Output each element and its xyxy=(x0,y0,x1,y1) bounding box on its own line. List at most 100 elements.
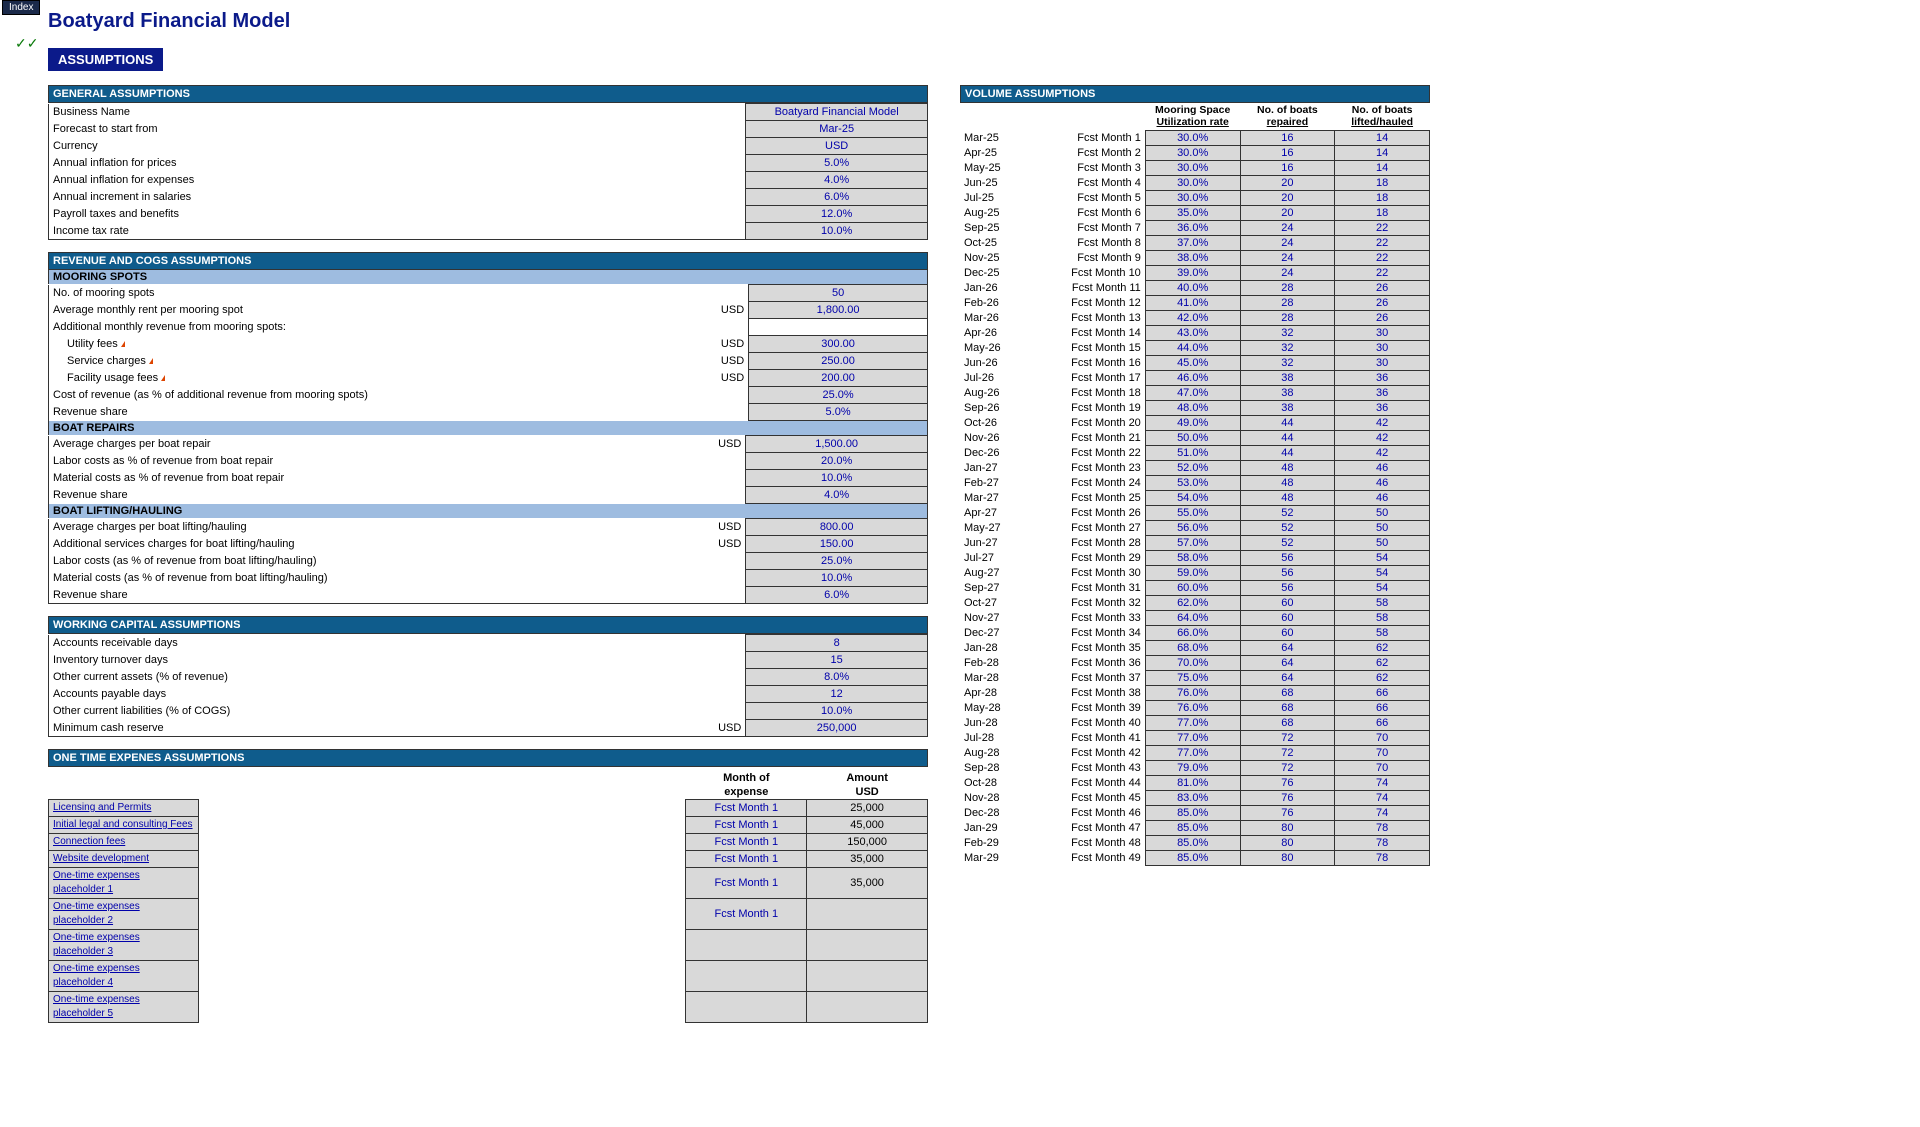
vol-lift-cell[interactable]: 30 xyxy=(1335,326,1430,341)
vol-util-cell[interactable]: 76.0% xyxy=(1145,686,1240,701)
vol-repair-cell[interactable]: 32 xyxy=(1240,356,1335,371)
ote-amount-cell[interactable]: 35,000 xyxy=(807,851,928,868)
vol-repair-cell[interactable]: 60 xyxy=(1240,626,1335,641)
index-tab[interactable]: Index xyxy=(2,0,40,15)
ote-name-cell[interactable]: One-time expenses placeholder 3 xyxy=(49,930,199,961)
vol-util-cell[interactable]: 41.0% xyxy=(1145,296,1240,311)
vol-util-cell[interactable]: 57.0% xyxy=(1145,536,1240,551)
vol-util-cell[interactable]: 37.0% xyxy=(1145,236,1240,251)
vol-lift-cell[interactable]: 26 xyxy=(1335,281,1430,296)
vol-util-cell[interactable]: 59.0% xyxy=(1145,566,1240,581)
vol-lift-cell[interactable]: 18 xyxy=(1335,206,1430,221)
ote-amount-cell[interactable] xyxy=(807,961,928,992)
ote-name-cell[interactable]: One-time expenses placeholder 4 xyxy=(49,961,199,992)
ote-amount-cell[interactable] xyxy=(807,899,928,930)
vol-lift-cell[interactable]: 78 xyxy=(1335,836,1430,851)
vol-repair-cell[interactable]: 28 xyxy=(1240,281,1335,296)
vol-lift-cell[interactable]: 14 xyxy=(1335,161,1430,176)
vol-repair-cell[interactable]: 56 xyxy=(1240,566,1335,581)
vol-util-cell[interactable]: 45.0% xyxy=(1145,356,1240,371)
vol-util-cell[interactable]: 36.0% xyxy=(1145,221,1240,236)
vol-repair-cell[interactable]: 32 xyxy=(1240,341,1335,356)
vol-lift-cell[interactable]: 70 xyxy=(1335,746,1430,761)
vol-util-cell[interactable]: 42.0% xyxy=(1145,311,1240,326)
vol-lift-cell[interactable]: 22 xyxy=(1335,236,1430,251)
vol-util-cell[interactable]: 30.0% xyxy=(1145,176,1240,191)
vol-repair-cell[interactable]: 20 xyxy=(1240,176,1335,191)
vol-repair-cell[interactable]: 24 xyxy=(1240,266,1335,281)
vol-lift-cell[interactable]: 50 xyxy=(1335,536,1430,551)
vol-lift-cell[interactable]: 14 xyxy=(1335,146,1430,161)
ote-amount-cell[interactable]: 35,000 xyxy=(807,868,928,899)
vol-repair-cell[interactable]: 56 xyxy=(1240,581,1335,596)
vol-util-cell[interactable]: 68.0% xyxy=(1145,641,1240,656)
ote-amount-cell[interactable]: 150,000 xyxy=(807,834,928,851)
vol-util-cell[interactable]: 52.0% xyxy=(1145,461,1240,476)
vol-util-cell[interactable]: 43.0% xyxy=(1145,326,1240,341)
vol-repair-cell[interactable]: 80 xyxy=(1240,836,1335,851)
vol-util-cell[interactable]: 85.0% xyxy=(1145,821,1240,836)
vol-repair-cell[interactable]: 64 xyxy=(1240,641,1335,656)
ote-name-cell[interactable]: Website development xyxy=(49,851,199,868)
cell[interactable]: Boatyard Financial Model xyxy=(746,104,928,121)
vol-util-cell[interactable]: 62.0% xyxy=(1145,596,1240,611)
vol-lift-cell[interactable]: 54 xyxy=(1335,581,1430,596)
vol-repair-cell[interactable]: 16 xyxy=(1240,131,1335,146)
vol-lift-cell[interactable]: 58 xyxy=(1335,596,1430,611)
ote-month-cell[interactable]: Fcst Month 1 xyxy=(686,851,807,868)
vol-repair-cell[interactable]: 72 xyxy=(1240,761,1335,776)
vol-lift-cell[interactable]: 66 xyxy=(1335,716,1430,731)
ote-name-cell[interactable]: Connection fees xyxy=(49,834,199,851)
vol-util-cell[interactable]: 44.0% xyxy=(1145,341,1240,356)
vol-util-cell[interactable]: 47.0% xyxy=(1145,386,1240,401)
vol-repair-cell[interactable]: 76 xyxy=(1240,776,1335,791)
vol-lift-cell[interactable]: 22 xyxy=(1335,266,1430,281)
vol-repair-cell[interactable]: 80 xyxy=(1240,851,1335,866)
vol-util-cell[interactable]: 35.0% xyxy=(1145,206,1240,221)
vol-util-cell[interactable]: 30.0% xyxy=(1145,146,1240,161)
vol-util-cell[interactable]: 49.0% xyxy=(1145,416,1240,431)
vol-util-cell[interactable]: 39.0% xyxy=(1145,266,1240,281)
vol-lift-cell[interactable]: 58 xyxy=(1335,626,1430,641)
vol-lift-cell[interactable]: 50 xyxy=(1335,506,1430,521)
vol-repair-cell[interactable]: 38 xyxy=(1240,401,1335,416)
vol-util-cell[interactable]: 60.0% xyxy=(1145,581,1240,596)
vol-util-cell[interactable]: 79.0% xyxy=(1145,761,1240,776)
ote-month-cell[interactable]: Fcst Month 1 xyxy=(686,800,807,817)
vol-repair-cell[interactable]: 24 xyxy=(1240,221,1335,236)
vol-repair-cell[interactable]: 52 xyxy=(1240,521,1335,536)
vol-util-cell[interactable]: 85.0% xyxy=(1145,851,1240,866)
vol-repair-cell[interactable]: 28 xyxy=(1240,296,1335,311)
vol-lift-cell[interactable]: 42 xyxy=(1335,431,1430,446)
vol-repair-cell[interactable]: 52 xyxy=(1240,536,1335,551)
vol-repair-cell[interactable]: 72 xyxy=(1240,731,1335,746)
vol-lift-cell[interactable]: 18 xyxy=(1335,176,1430,191)
vol-lift-cell[interactable]: 36 xyxy=(1335,371,1430,386)
vol-lift-cell[interactable]: 36 xyxy=(1335,386,1430,401)
vol-util-cell[interactable]: 75.0% xyxy=(1145,671,1240,686)
vol-util-cell[interactable]: 83.0% xyxy=(1145,791,1240,806)
vol-repair-cell[interactable]: 24 xyxy=(1240,236,1335,251)
vol-lift-cell[interactable]: 50 xyxy=(1335,521,1430,536)
ote-amount-cell[interactable]: 45,000 xyxy=(807,817,928,834)
vol-lift-cell[interactable]: 62 xyxy=(1335,671,1430,686)
vol-repair-cell[interactable]: 16 xyxy=(1240,146,1335,161)
vol-repair-cell[interactable]: 20 xyxy=(1240,206,1335,221)
vol-lift-cell[interactable]: 22 xyxy=(1335,221,1430,236)
vol-repair-cell[interactable]: 44 xyxy=(1240,416,1335,431)
vol-repair-cell[interactable]: 24 xyxy=(1240,251,1335,266)
ote-month-cell[interactable]: Fcst Month 1 xyxy=(686,868,807,899)
vol-repair-cell[interactable]: 60 xyxy=(1240,596,1335,611)
vol-util-cell[interactable]: 77.0% xyxy=(1145,731,1240,746)
vol-repair-cell[interactable]: 52 xyxy=(1240,506,1335,521)
vol-lift-cell[interactable]: 30 xyxy=(1335,356,1430,371)
vol-lift-cell[interactable]: 46 xyxy=(1335,476,1430,491)
vol-lift-cell[interactable]: 42 xyxy=(1335,446,1430,461)
vol-util-cell[interactable]: 38.0% xyxy=(1145,251,1240,266)
vol-lift-cell[interactable]: 74 xyxy=(1335,806,1430,821)
vol-repair-cell[interactable]: 32 xyxy=(1240,326,1335,341)
vol-util-cell[interactable]: 66.0% xyxy=(1145,626,1240,641)
vol-repair-cell[interactable]: 68 xyxy=(1240,686,1335,701)
ote-name-cell[interactable]: One-time expenses placeholder 2 xyxy=(49,899,199,930)
vol-repair-cell[interactable]: 64 xyxy=(1240,656,1335,671)
